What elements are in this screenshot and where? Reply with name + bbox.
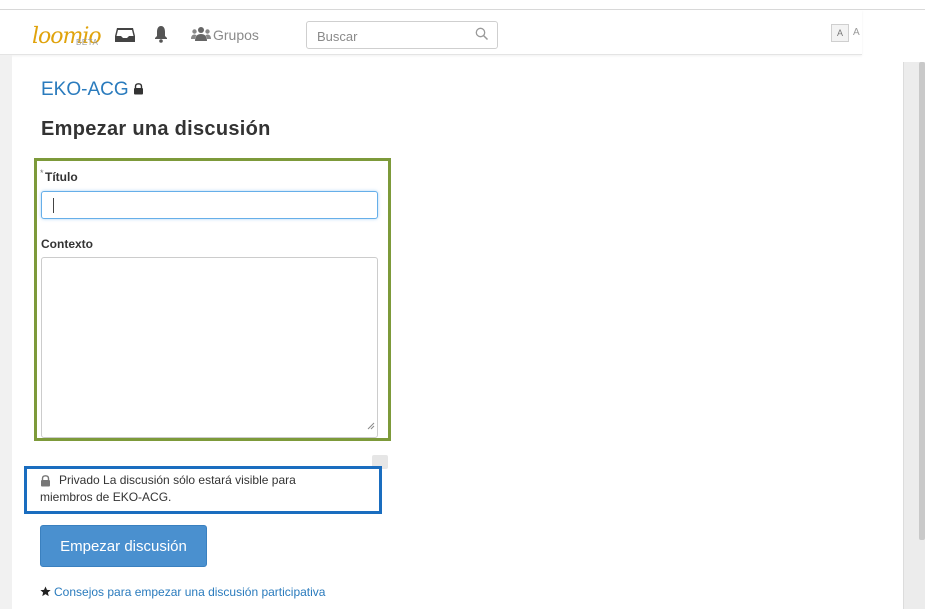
tips-line: Consejos para empezar una discusión part… xyxy=(40,585,325,600)
users-icon[interactable] xyxy=(191,26,211,47)
text-caret xyxy=(53,198,54,213)
top-navbar: loomio BETA Grupos A xyxy=(0,10,862,55)
group-name-link[interactable]: EKO-ACG xyxy=(41,79,144,101)
bell-icon[interactable] xyxy=(154,25,168,48)
user-avatar[interactable]: A xyxy=(831,24,849,42)
groups-label[interactable]: Grupos xyxy=(213,27,259,43)
context-label: Contexto xyxy=(41,237,93,251)
privacy-notice-text: Privado La discusión sólo estará visible… xyxy=(40,473,296,504)
title-input[interactable] xyxy=(41,191,378,219)
scrollbar-thumb[interactable] xyxy=(919,62,925,540)
context-textarea[interactable] xyxy=(41,257,378,438)
tips-link[interactable]: Consejos para empezar una discusión part… xyxy=(54,585,325,599)
user-name-truncated[interactable]: A xyxy=(853,27,862,38)
left-gutter xyxy=(0,55,12,609)
title-label: Título xyxy=(45,170,78,184)
group-name[interactable]: EKO-ACG xyxy=(41,79,129,100)
inbox-icon[interactable] xyxy=(114,27,136,48)
resize-grip-icon[interactable] xyxy=(367,417,375,435)
search-icon[interactable] xyxy=(475,27,489,46)
star-icon xyxy=(40,586,51,600)
page-title: Empezar una discusión xyxy=(41,118,271,140)
start-discussion-button[interactable]: Empezar discusión xyxy=(40,525,207,567)
search-input[interactable] xyxy=(307,22,469,50)
search-box xyxy=(306,21,498,50)
required-marker: * xyxy=(40,168,44,178)
beta-label: BETA xyxy=(76,38,99,47)
lock-icon xyxy=(133,79,144,101)
